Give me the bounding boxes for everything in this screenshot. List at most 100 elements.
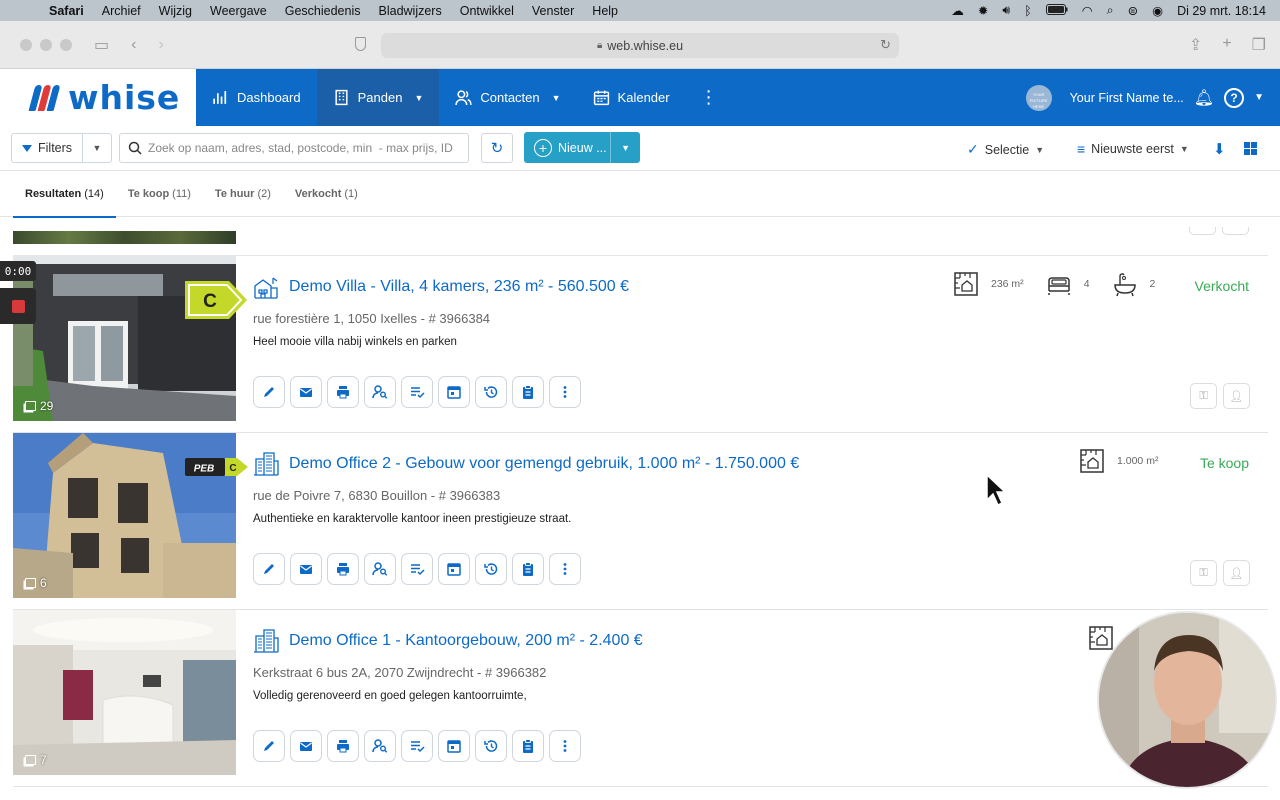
more-actions-button[interactable] — [549, 376, 581, 408]
calendar-button[interactable] — [438, 730, 470, 762]
selection-dropdown[interactable]: ✓ Selectie ▼ — [967, 141, 1044, 158]
forward-icon[interactable]: › — [158, 36, 163, 54]
history-button[interactable] — [475, 376, 507, 408]
more-actions-button[interactable] — [549, 553, 581, 585]
bluetooth-icon[interactable]: ᛒ — [1024, 4, 1032, 18]
search-field[interactable] — [119, 133, 469, 163]
privacy-shield-icon[interactable] — [355, 37, 366, 51]
share-icon[interactable]: ⇪ — [1189, 35, 1202, 55]
menubar-clock[interactable]: Di 29 mrt. 18:14 — [1177, 4, 1266, 18]
key-icon[interactable]: ⚿ — [1190, 383, 1217, 409]
menu-app[interactable]: Safari — [40, 4, 93, 18]
tab-te-koop[interactable]: Te koop (11) — [116, 171, 203, 217]
menu-ontwikkel[interactable]: Ontwikkel — [451, 4, 523, 18]
clipboard-button[interactable] — [512, 376, 544, 408]
webcam-overlay — [1097, 611, 1277, 789]
tab-count: (2) — [257, 188, 271, 200]
address-bar[interactable]: 🔒︎ web.whise.eu ↻ — [381, 33, 899, 58]
clipboard-button[interactable] — [512, 730, 544, 762]
history-button[interactable] — [475, 553, 507, 585]
sort-dropdown[interactable]: ≡ Nieuwste eerst ▼ — [1077, 141, 1189, 157]
help-icon[interactable]: ? — [1224, 87, 1245, 108]
spotlight-icon[interactable]: ⌕ — [1107, 3, 1114, 18]
email-button[interactable] — [290, 553, 322, 585]
menu-venster[interactable]: Venster — [523, 4, 583, 18]
menu-bladwijzers[interactable]: Bladwijzers — [370, 4, 451, 18]
listing-title[interactable]: Demo Villa - Villa, 4 kamers, 236 m² - 5… — [289, 278, 629, 296]
minimize-window-button[interactable] — [40, 38, 52, 51]
chevron-down-icon[interactable]: ▼ — [83, 143, 111, 153]
menu-geschiedenis[interactable]: Geschiedenis — [276, 4, 370, 18]
menu-help[interactable]: Help — [583, 4, 627, 18]
tab-overview-icon[interactable]: ❐ — [1252, 35, 1266, 55]
more-vert-icon — [563, 386, 567, 398]
grid-view-icon[interactable] — [1244, 142, 1257, 155]
tab-verkocht[interactable]: Verkocht (1) — [283, 171, 370, 217]
nav-panden[interactable]: Panden ▼ — [316, 69, 440, 126]
control-center-icon[interactable]: ⊜ — [1128, 3, 1138, 18]
nav-contacten[interactable]: Contacten ▼ — [439, 69, 576, 126]
nav-dashboard[interactable]: Dashboard — [196, 69, 317, 126]
person-icon[interactable]: 👤︎ — [1223, 383, 1250, 409]
checklist-button[interactable] — [401, 376, 433, 408]
back-icon[interactable]: ‹ — [131, 36, 136, 54]
stop-recording-button[interactable] — [0, 288, 36, 324]
refresh-button[interactable]: ↻ — [481, 133, 513, 163]
calendar-button[interactable] — [438, 553, 470, 585]
tab-te-huur[interactable]: Te huur (2) — [203, 171, 283, 217]
print-button[interactable] — [327, 730, 359, 762]
history-button[interactable] — [475, 730, 507, 762]
avatar[interactable]: YOUR PICTURE HERE — [1025, 84, 1052, 111]
match-contacts-button[interactable] — [364, 730, 396, 762]
listing-title[interactable]: Demo Office 2 - Gebouw voor gemengd gebr… — [289, 455, 799, 473]
bell-icon[interactable]: 🔔︎ — [1194, 88, 1214, 108]
cloud-icon[interactable]: ☁ — [951, 3, 964, 18]
volume-icon[interactable]: 🔊︎ — [1002, 3, 1010, 18]
listing-photo[interactable]: 7 — [13, 610, 236, 775]
whise-logo[interactable]: whise — [0, 69, 196, 126]
download-icon[interactable]: ⬇ — [1213, 140, 1226, 158]
wifi-icon[interactable]: ◠ — [1082, 3, 1093, 18]
battery-icon[interactable] — [1045, 3, 1068, 18]
user-name[interactable]: Your First Name te... — [1070, 91, 1184, 105]
checklist-button[interactable] — [401, 553, 433, 585]
menu-wijzig[interactable]: Wijzig — [150, 4, 201, 18]
menu-weergave[interactable]: Weergave — [201, 4, 276, 18]
listing-title[interactable]: Demo Office 1 - Kantoorgebouw, 200 m² - … — [289, 632, 643, 650]
zoom-window-button[interactable] — [60, 38, 72, 51]
clipboard-button[interactable] — [512, 553, 544, 585]
listing-row[interactable]: 29 C Demo Villa - Villa, 4 kamers, 236 m… — [13, 256, 1268, 433]
edit-button[interactable] — [253, 553, 285, 585]
match-contacts-button[interactable] — [364, 376, 396, 408]
match-contacts-button[interactable] — [364, 553, 396, 585]
calendar-button[interactable] — [438, 376, 470, 408]
more-actions-button[interactable] — [549, 730, 581, 762]
print-button[interactable] — [327, 553, 359, 585]
print-button[interactable] — [327, 376, 359, 408]
new-tab-icon[interactable]: + — [1222, 35, 1231, 55]
more-menu-icon[interactable]: ⋮ — [686, 69, 732, 126]
checklist-button[interactable] — [401, 730, 433, 762]
new-button[interactable]: + Nieuw ... ▼ — [524, 132, 640, 163]
logo-text: whise — [68, 78, 181, 117]
email-button[interactable] — [290, 730, 322, 762]
reload-icon[interactable]: ↻ — [880, 37, 891, 53]
brightness-icon[interactable]: ✹ — [978, 3, 988, 18]
key-icon[interactable]: ⚿ — [1190, 560, 1217, 586]
nav-kalender[interactable]: Kalender — [577, 69, 686, 126]
siri-icon[interactable]: ◉ — [1152, 3, 1163, 18]
listing-row[interactable]: 7 Demo Office 1 - Kantoorgebouw, 200 m² … — [13, 610, 1268, 787]
chevron-down-icon[interactable]: ▼ — [610, 132, 640, 163]
tab-resultaten[interactable]: Resultaten (14) — [13, 171, 116, 218]
listing-row[interactable]: 6 PEB C Demo Office 2 - Gebouw voor geme… — [13, 433, 1268, 610]
chevron-down-icon[interactable]: ▼ — [1254, 92, 1264, 103]
sidebar-icon[interactable]: ▭ — [94, 35, 109, 55]
person-icon[interactable]: 👤︎ — [1223, 560, 1250, 586]
search-input[interactable] — [148, 141, 458, 155]
close-window-button[interactable] — [20, 38, 32, 51]
menu-archief[interactable]: Archief — [93, 4, 150, 18]
email-button[interactable] — [290, 376, 322, 408]
edit-button[interactable] — [253, 376, 285, 408]
edit-button[interactable] — [253, 730, 285, 762]
filters-button[interactable]: Filters ▼ — [11, 133, 112, 163]
